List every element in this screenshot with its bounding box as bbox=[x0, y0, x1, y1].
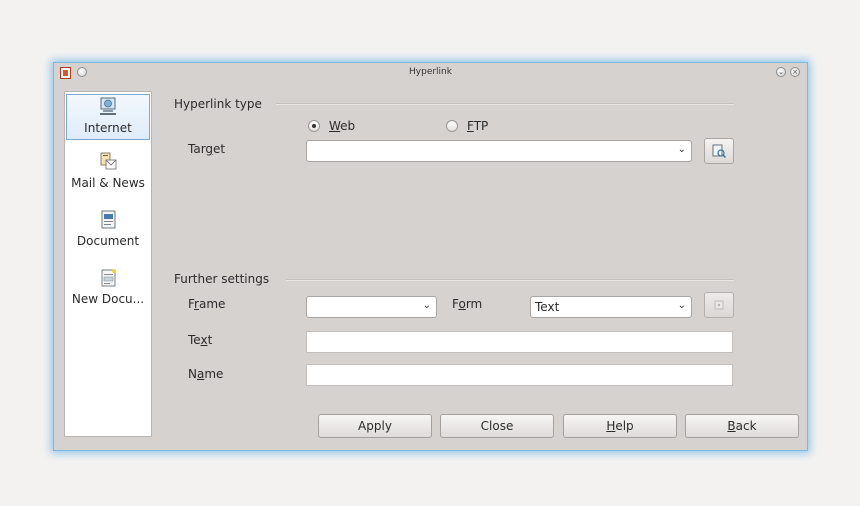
close-icon[interactable]: × bbox=[790, 67, 800, 77]
sidebar-item-mail-news[interactable]: Mail & News bbox=[66, 152, 150, 190]
target-combobox[interactable]: ⌄ bbox=[306, 140, 692, 162]
sidebar-item-label: Document bbox=[76, 234, 140, 248]
ftp-radio-label[interactable]: FTP bbox=[467, 119, 488, 133]
hyperlink-type-heading: Hyperlink type bbox=[174, 97, 262, 111]
web-radio-label[interactable]: Web bbox=[329, 119, 355, 133]
target-label: Target bbox=[188, 142, 226, 156]
browse-icon bbox=[712, 144, 726, 158]
events-button[interactable] bbox=[704, 292, 734, 318]
close-button[interactable]: Close bbox=[440, 414, 554, 438]
frame-combobox[interactable]: ⌄ bbox=[306, 296, 437, 318]
name-input[interactable] bbox=[306, 364, 733, 386]
events-icon bbox=[714, 300, 724, 310]
sidebar-item-label: Internet bbox=[84, 121, 132, 135]
apply-button[interactable]: Apply bbox=[318, 414, 432, 438]
chevron-down-icon: ⌄ bbox=[422, 300, 431, 311]
text-input[interactable] bbox=[306, 331, 733, 353]
document-icon bbox=[101, 210, 116, 229]
form-value: Text bbox=[535, 300, 560, 314]
sidebar-item-internet[interactable]: Internet bbox=[66, 94, 150, 140]
form-combobox[interactable]: Text ⌄ bbox=[530, 296, 692, 318]
web-radio[interactable] bbox=[308, 120, 320, 132]
chevron-down-icon: ⌄ bbox=[677, 144, 686, 155]
browse-target-button[interactable] bbox=[704, 138, 734, 164]
help-button[interactable]: Help bbox=[563, 414, 677, 438]
minimize-icon[interactable]: ⌄ bbox=[776, 67, 786, 77]
new-document-icon bbox=[101, 269, 116, 287]
sidebar-item-document[interactable]: Document bbox=[66, 210, 150, 248]
hyperlink-dialog: Hyperlink ⌄ × Internet Mail & News Docum… bbox=[53, 62, 808, 451]
internet-icon bbox=[100, 97, 116, 115]
window-title: Hyperlink bbox=[409, 67, 452, 77]
sidebar-item-new-document[interactable]: New Docu... bbox=[66, 268, 150, 306]
sidebar-item-label: New Docu... bbox=[71, 292, 145, 306]
further-settings-heading: Further settings bbox=[174, 272, 270, 286]
sidebar-item-label: Mail & News bbox=[71, 176, 145, 190]
frame-label: Frame bbox=[188, 297, 226, 311]
separator bbox=[276, 103, 734, 105]
name-label: Name bbox=[188, 367, 224, 381]
separator bbox=[286, 279, 734, 281]
hyperlink-category-list: Internet Mail & News Document New Docu..… bbox=[64, 91, 152, 437]
text-label: Text bbox=[188, 333, 213, 347]
form-label: Form bbox=[452, 297, 483, 311]
back-button[interactable]: Back bbox=[685, 414, 799, 438]
chevron-down-icon: ⌄ bbox=[677, 300, 686, 311]
ftp-radio[interactable] bbox=[446, 120, 458, 132]
mail-news-icon bbox=[100, 152, 117, 170]
title-bar[interactable]: Hyperlink ⌄ × bbox=[54, 63, 807, 85]
